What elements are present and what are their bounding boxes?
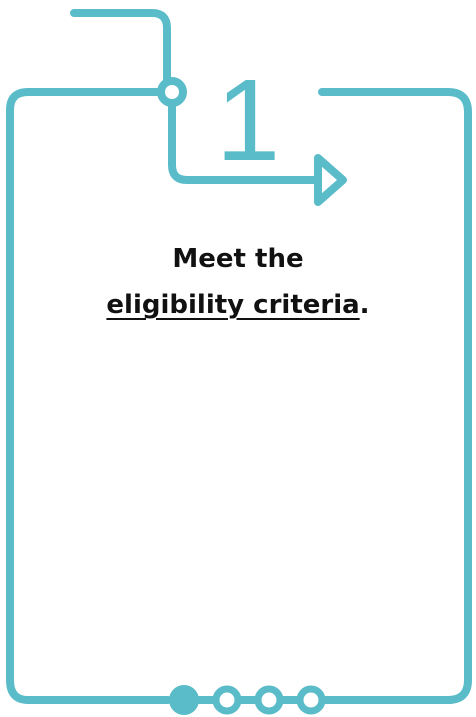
step-description: Meet the eligibility criteria. [40,236,436,328]
progress-dot [296,685,326,715]
card-border-left [6,88,172,704]
progress-dot [212,685,242,715]
step-description-period: . [359,290,370,320]
progress-dot-active [169,685,199,715]
connector-joint-icon [157,77,187,107]
step-number: 1 [215,55,281,185]
arrow-head-icon [314,154,347,206]
step-description-line-1: Meet the [172,244,304,274]
step-description-line-2: eligibility criteria. [40,282,436,328]
entry-connector-line [70,9,171,84]
progress-dot [254,685,284,715]
eligibility-criteria-link[interactable]: eligibility criteria [106,290,359,320]
